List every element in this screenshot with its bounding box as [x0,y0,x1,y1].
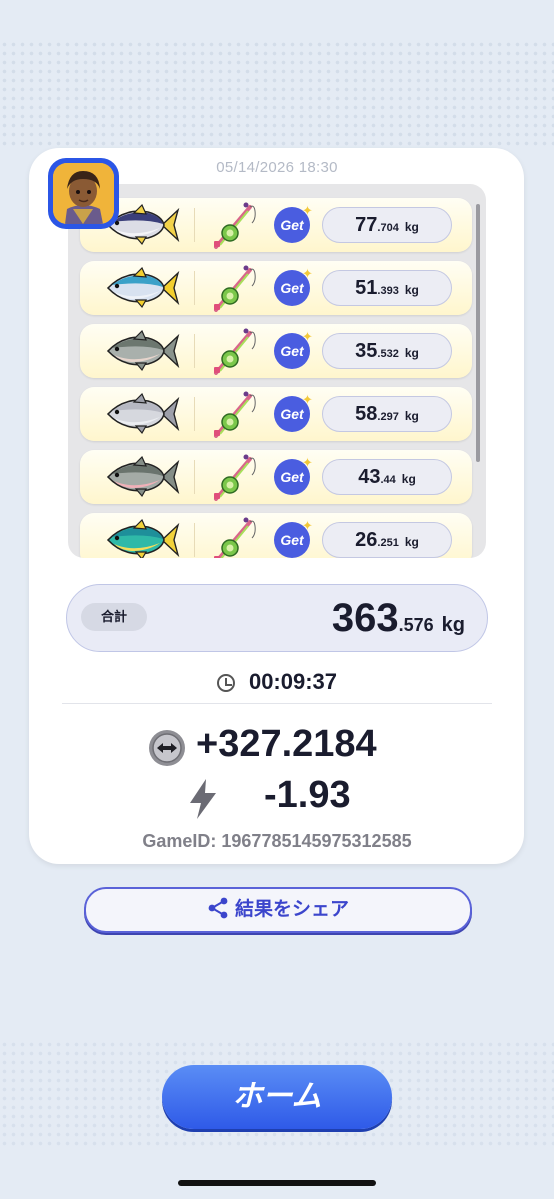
divider [62,703,492,704]
catch-row[interactable]: Get ✦ 35.532 kg [80,324,472,378]
row-divider [194,208,195,242]
fishing-rod-icon [214,265,256,312]
total-weight-panel: 合計 363.576 kg [66,584,488,652]
game-id: GameID: 1967785145975312585 [142,831,412,851]
list-scrollbar[interactable] [476,204,480,462]
catch-row[interactable]: Get ✦ 58.297 kg [80,387,472,441]
fishing-rod-icon [214,454,256,501]
catch-weight: 51.393 kg [322,270,452,306]
salmon-icon [106,330,180,372]
sparkle-icon: ✦ [302,455,313,470]
share-label: 結果をシェア [234,899,349,920]
total-label: 合計 [81,603,147,631]
row-divider [194,397,195,431]
home-button[interactable]: ホーム [162,1065,392,1129]
reward-amount: +327.2184 [196,723,377,765]
row-divider [194,460,195,494]
fishing-rod-icon [214,517,256,558]
catch-row[interactable]: Get ✦ 43.44 kg [80,450,472,504]
yellowtail-icon [106,267,180,309]
catch-weight: 43.44 kg [322,459,452,495]
catch-row[interactable]: Get ✦ 26.251 kg [80,513,472,558]
energy-change: -1.93 [264,774,351,816]
catch-weight: 58.297 kg [322,396,452,432]
sparkle-icon: ✦ [302,203,313,218]
sparkle-icon: ✦ [302,266,313,281]
fishing-rod-icon [214,202,256,249]
catch-weight: 35.532 kg [322,333,452,369]
row-divider [194,271,195,305]
catch-row[interactable]: Get ✦ 51.393 kg [80,261,472,315]
catch-weight: 77.704 kg [322,207,452,243]
sparkle-icon: ✦ [302,392,313,407]
trout-icon [106,456,180,498]
catch-weight: 26.251 kg [322,522,452,558]
coin-icon [149,730,185,766]
mahi-mahi-icon [106,519,180,558]
catch-list[interactable]: Get ✦ 77.704 kg Get ✦ 51.393 kg Get ✦ 35.532 kg Get ✦… [68,184,486,558]
share-icon [208,897,228,919]
catch-row[interactable]: Get ✦ 77.704 kg [80,198,472,252]
fishing-rod-icon [214,328,256,375]
background-pattern [0,40,554,150]
share-result-button[interactable]: 結果をシェア [84,887,472,933]
elapsed-time: 00:09:37 [0,669,554,695]
sparkle-icon: ✦ [302,329,313,344]
lightning-icon [190,779,216,819]
grouper-icon [106,393,180,435]
player-avatar[interactable] [48,158,119,229]
total-weight: 363.576 kg [331,596,465,640]
home-indicator[interactable] [178,1180,376,1186]
fishing-rod-icon [214,391,256,438]
row-divider [194,523,195,557]
clock-icon [216,674,235,692]
row-divider [194,334,195,368]
sparkle-icon: ✦ [302,518,313,533]
